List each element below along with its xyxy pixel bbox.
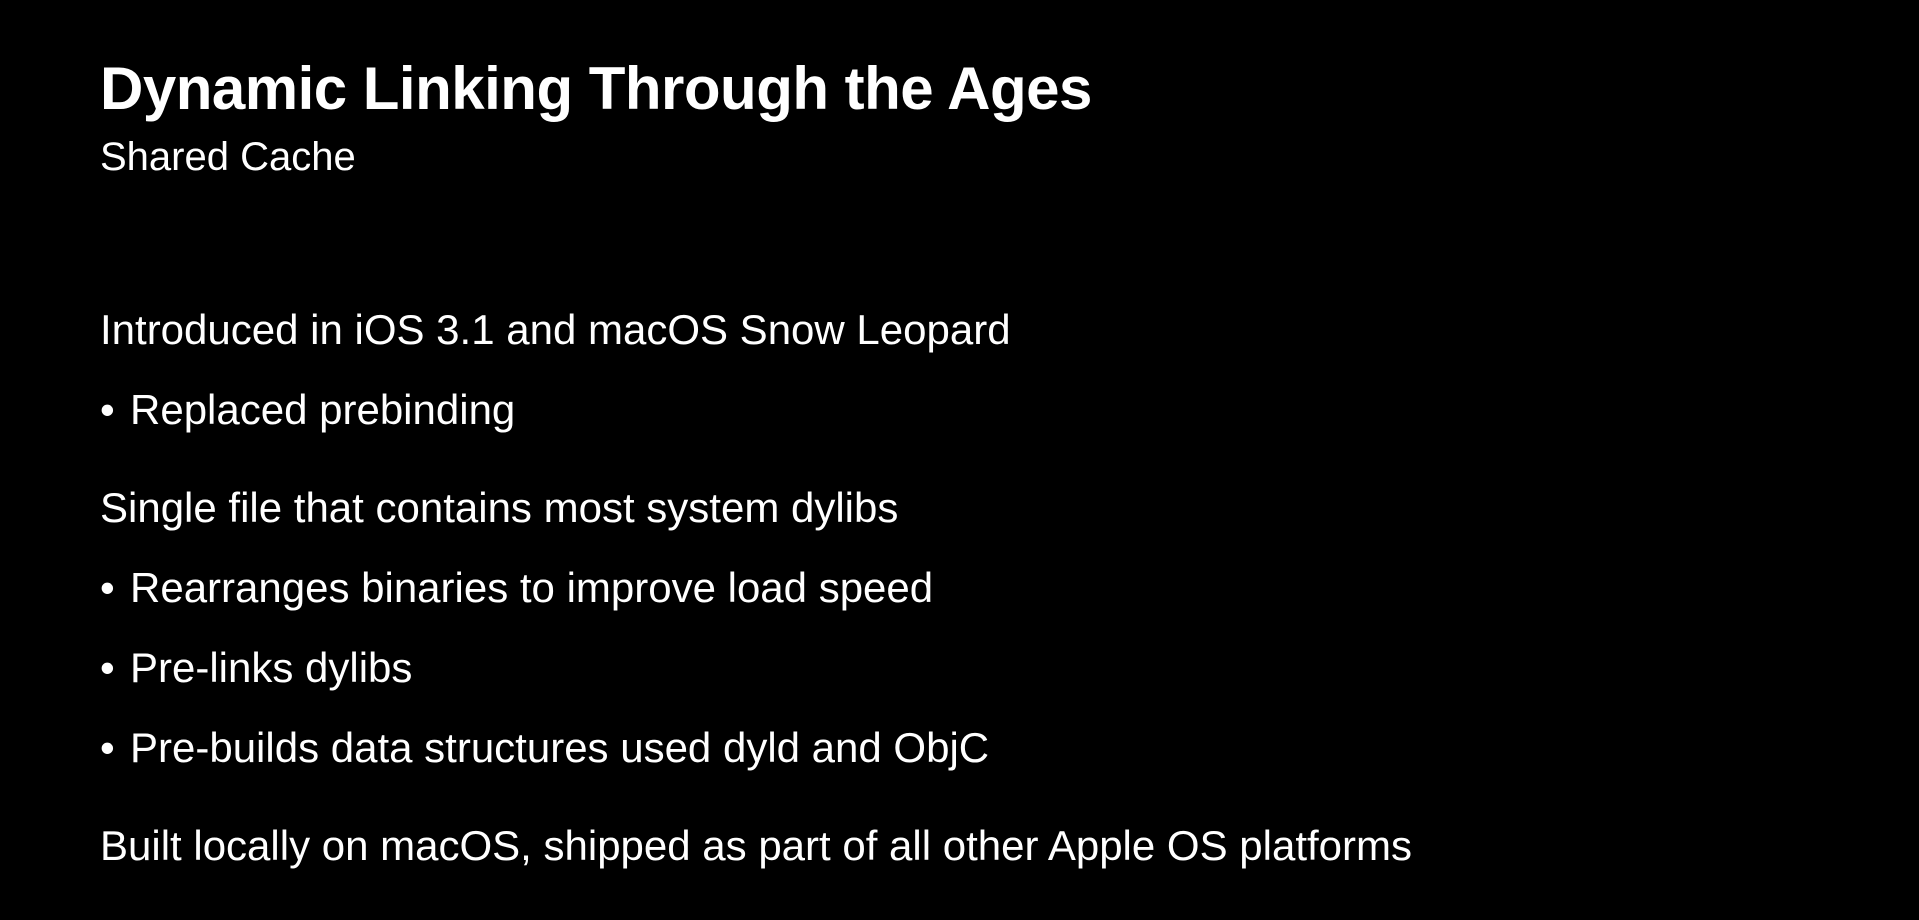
bullet-item-rearranges-binaries: • Rearranges binaries to improve load spe… bbox=[100, 560, 933, 616]
bullet-text: Pre-links dylibs bbox=[130, 644, 413, 691]
bullet-glyph: • bbox=[100, 644, 115, 691]
bullet-item-pre-links: • Pre-links dylibs bbox=[100, 640, 412, 696]
slide-subtitle: Shared Cache bbox=[100, 135, 356, 179]
bullet-item-pre-builds: • Pre-builds data structures used dyld an… bbox=[100, 720, 989, 776]
section-heading-single-file: Single file that contains most system dy… bbox=[100, 484, 899, 531]
bullet-glyph: • bbox=[100, 564, 115, 611]
slide: Dynamic Linking Through the Ages Shared … bbox=[0, 0, 1919, 920]
bullet-text: Rearranges binaries to improve load spee… bbox=[130, 564, 934, 611]
bullet-item-replaced-prebinding: • Replaced prebinding bbox=[100, 382, 515, 438]
bullet-glyph: • bbox=[100, 386, 115, 433]
bullet-text: Replaced prebinding bbox=[130, 386, 516, 433]
section-heading-built-locally: Built locally on macOS, shipped as part … bbox=[100, 822, 1412, 869]
slide-title: Dynamic Linking Through the Ages bbox=[100, 55, 1092, 122]
bullet-text: Pre-builds data structures used dyld and… bbox=[130, 724, 990, 771]
bullet-glyph: • bbox=[100, 724, 115, 771]
section-heading-introduced: Introduced in iOS 3.1 and macOS Snow Leo… bbox=[100, 306, 1011, 353]
